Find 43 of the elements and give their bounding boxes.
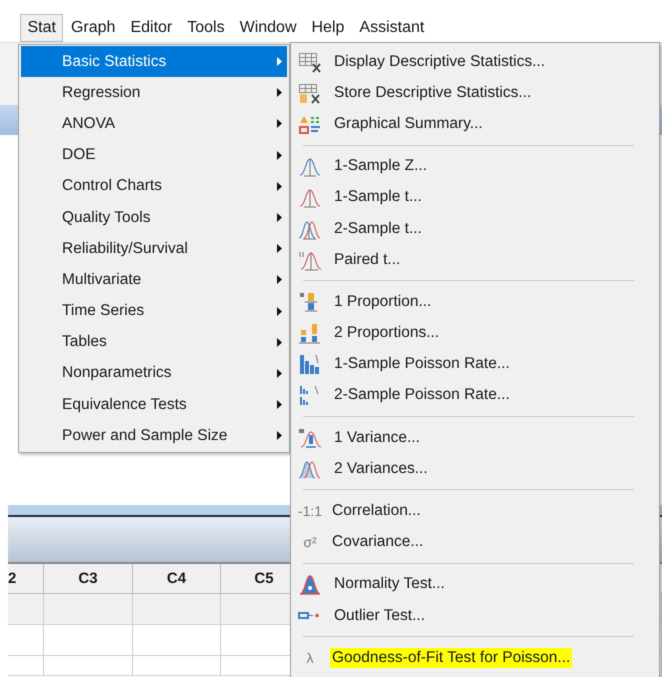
- menu-item[interactable]: Quality Tools: [21, 202, 287, 234]
- menu-item[interactable]: Multivariate: [21, 264, 287, 296]
- menu-item[interactable]: 2 Variances...: [291, 453, 659, 484]
- menu-item[interactable]: σ² Covariance...: [291, 526, 659, 558]
- menu-item[interactable]: Outlier Test...: [291, 600, 659, 632]
- menu-item[interactable]: -1:1 Correlation...: [291, 495, 659, 527]
- column-header: C3: [44, 564, 133, 594]
- menu-item[interactable]: Display Descriptive Statistics...: [291, 46, 659, 78]
- menu-item[interactable]: 1-Sample Poisson Rate...: [291, 348, 659, 380]
- menu-item[interactable]: Reliability/Survival: [21, 233, 287, 264]
- menu-item[interactable]: Paired t...: [291, 244, 659, 276]
- menu-item[interactable]: DOE: [21, 140, 287, 171]
- menu-item[interactable]: Tables: [21, 326, 287, 358]
- menu-item[interactable]: Time Series: [21, 296, 287, 327]
- column-header: 2: [8, 564, 44, 594]
- menu-bar-item[interactable]: Graph: [63, 14, 123, 42]
- menu-item[interactable]: 2-Sample t...: [291, 212, 659, 244]
- menu-item[interactable]: 1 Proportion...: [291, 286, 659, 318]
- menu-icon: -1:1: [296, 503, 324, 520]
- menu-item[interactable]: 1-Sample Z...: [291, 150, 659, 182]
- menu-item[interactable]: 2-Sample Poisson Rate...: [291, 380, 659, 412]
- menu-item[interactable]: 2 Proportions...: [291, 318, 659, 349]
- menu-item[interactable]: 1-Sample t...: [291, 182, 659, 213]
- menu-item[interactable]: Nonparametrics: [21, 358, 287, 390]
- menu-item[interactable]: Control Charts: [21, 170, 287, 202]
- menu-bar-item[interactable]: Window: [232, 14, 304, 42]
- menu-bar-item[interactable]: Editor: [122, 14, 180, 42]
- menu-item[interactable]: Equivalence Tests: [21, 389, 287, 420]
- menu-bar-item[interactable]: Assistant: [352, 14, 432, 42]
- menu-bar-item[interactable]: Tools: [180, 14, 232, 42]
- menu-item[interactable]: Graphical Summary...: [291, 108, 659, 140]
- menu-icon: λ: [296, 650, 324, 666]
- menu-item[interactable]: Regression: [21, 77, 287, 108]
- column-header: C4: [133, 564, 221, 594]
- menu-icon: σ²: [296, 534, 324, 550]
- menu-item[interactable]: Store Descriptive Statistics...: [291, 77, 659, 108]
- menu-item[interactable]: ANOVA: [21, 108, 287, 140]
- menu-item[interactable]: λ Goodness-of-Fit Test for Poisson...: [291, 642, 659, 674]
- menu-item[interactable]: Power and Sample Size: [21, 420, 287, 452]
- menu-bar-item[interactable]: Stat: [20, 14, 64, 42]
- menu-item[interactable]: 1 Variance...: [291, 422, 659, 454]
- menu-item[interactable]: Basic Statistics: [21, 46, 287, 78]
- menu-bar-item[interactable]: Help: [304, 14, 352, 42]
